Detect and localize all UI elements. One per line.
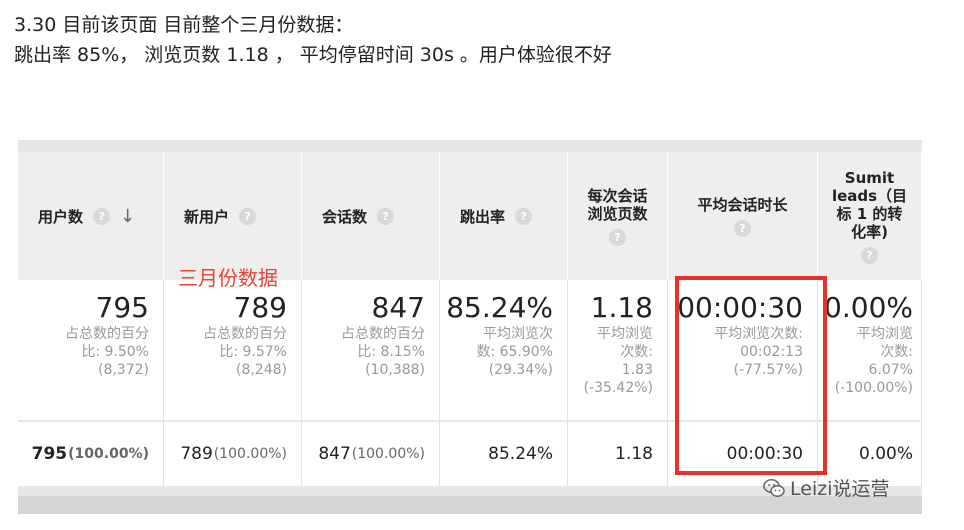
metric-cell: 1.18 平均浏览 次数: 1.83 (-35.42%): [568, 280, 668, 420]
watermark-text: Leizi说运营: [790, 478, 890, 500]
march-data-annotation: 三月份数据: [178, 266, 278, 290]
metric-sub-1: 占总数的百分: [341, 326, 425, 342]
metric-sub-3: 1.83: [621, 362, 653, 378]
metric-cell: 789 占总数的百分 比: 9.57% (8,248): [164, 280, 302, 420]
column-bounce-rate: 跳出率 ? 85.24% 平均浏览次 数: 65.90% (29.34%) 85…: [440, 152, 568, 496]
metric-sub-1: 占总数的百分: [65, 326, 149, 342]
header-label-line: Sumit: [844, 168, 895, 187]
total-cell: 1.18: [568, 422, 668, 486]
metric-value: 1.18: [590, 291, 653, 324]
total-value: 795: [31, 444, 68, 464]
metric-value: 85.24%: [446, 291, 553, 324]
metric-sub-3: (8,248): [235, 362, 287, 378]
header-new-users-label: 新用户: [184, 207, 230, 226]
help-icon[interactable]: ?: [734, 219, 751, 237]
header-label-line: 浏览页数: [587, 204, 648, 223]
header-pages-per-session[interactable]: 每次会话 浏览页数 ?: [568, 152, 668, 280]
sort-descending-icon[interactable]: ↓: [120, 206, 135, 227]
header-bounce-rate[interactable]: 跳出率 ?: [440, 152, 568, 280]
help-icon[interactable]: ?: [609, 228, 626, 246]
metric-sub-4: (-35.42%): [583, 380, 653, 396]
header-label-line: 化率): [851, 222, 888, 241]
metric-sub-4: (-100.00%): [834, 380, 913, 396]
metric-sub-2: 次数:: [880, 344, 913, 360]
header-new-users[interactable]: 新用户 ?: [164, 152, 302, 280]
metric-sub-3: (10,388): [365, 362, 425, 378]
metric-sub-2: 次数:: [620, 344, 653, 360]
metric-sub-1: 占总数的百分: [203, 326, 287, 342]
metric-sub-2: 比: 9.57%: [219, 344, 287, 360]
column-sessions: 会话数 ? 847 占总数的百分 比: 8.15% (10,388) 847 (…: [302, 152, 440, 496]
total-value: 0.00%: [858, 444, 913, 464]
help-icon[interactable]: ?: [861, 246, 878, 264]
metric-sub-1: 平均浏览: [857, 326, 913, 342]
highlight-box: [675, 276, 827, 475]
metric-sub-2: 比: 9.50%: [81, 344, 149, 360]
total-value: 1.18: [615, 444, 653, 464]
total-value: 847: [318, 444, 351, 464]
metric-value: 0.00%: [824, 291, 913, 324]
total-value: 85.24%: [488, 444, 553, 464]
metric-sub-2: 比: 8.15%: [357, 344, 425, 360]
column-pages-per-session: 每次会话 浏览页数 ? 1.18 平均浏览 次数: 1.83 (-35.42%)…: [568, 152, 668, 496]
intro-line-1: 3.30 目前该页面 目前整个三月份数据：: [14, 14, 354, 36]
metric-cell: 847 占总数的百分 比: 8.15% (10,388): [302, 280, 440, 420]
header-label-line: 平均会话时长: [697, 195, 788, 214]
intro-line-2: 跳出率 85%， 浏览页数 1.18 ， 平均停留时间 30s 。用户体验很不好: [14, 44, 612, 66]
help-icon[interactable]: ?: [93, 207, 111, 225]
metric-sub-3: (29.34%): [488, 362, 553, 378]
wechat-icon: [763, 478, 785, 497]
metric-sub-1: 平均浏览: [597, 326, 653, 342]
metric-value: 795: [95, 291, 149, 324]
total-percent: (100.00%): [351, 446, 425, 462]
header-label-line: 每次会话: [587, 186, 648, 205]
column-new-users: 新用户 ? 789 占总数的百分 比: 9.57% (8,248) 789 (1…: [164, 152, 302, 496]
total-percent: (100.00%): [213, 446, 287, 462]
total-cell: 847 (100.00%): [302, 422, 440, 486]
watermark: Leizi说运营: [762, 474, 889, 501]
metric-sub-3: (8,372): [97, 362, 149, 378]
total-cell: 85.24%: [440, 422, 568, 486]
metric-sub-1: 平均浏览次: [483, 326, 553, 342]
header-avg-session-duration[interactable]: 平均会话时长 ?: [668, 152, 818, 280]
help-icon[interactable]: ?: [377, 207, 395, 225]
total-percent: (100.00%): [68, 446, 149, 462]
metric-sub-2: 数: 65.90%: [476, 344, 553, 360]
metric-sub-3: 6.07%: [868, 362, 913, 378]
header-sessions[interactable]: 会话数 ?: [302, 152, 440, 280]
metric-value: 847: [371, 291, 425, 324]
metric-cell: 85.24% 平均浏览次 数: 65.90% (29.34%): [440, 280, 568, 420]
intro-text: 3.30 目前该页面 目前整个三月份数据： 跳出率 85%， 浏览页数 1.18…: [14, 10, 612, 70]
metric-value: 789: [233, 291, 287, 324]
header-sessions-label: 会话数: [322, 207, 368, 226]
column-sumit-leads: Sumit leads（目 标 1 的转 化率) ? 0.00% 平均浏览 次数…: [818, 152, 922, 496]
help-icon[interactable]: ?: [515, 207, 533, 225]
total-value: 789: [180, 444, 213, 464]
metric-cell: 795 占总数的百分 比: 9.50% (8,372): [18, 280, 164, 420]
column-users: 用户数 ? ↓ 795 占总数的百分 比: 9.50% (8,372) 795 …: [18, 152, 164, 496]
header-label-line: 标 1 的转: [836, 204, 903, 223]
header-users-label: 用户数: [38, 207, 84, 226]
header-label-line: leads（目: [831, 186, 908, 205]
header-bounce-rate-label: 跳出率: [460, 207, 506, 226]
metric-cell: 0.00% 平均浏览 次数: 6.07% (-100.00%): [818, 280, 922, 420]
total-cell: 789 (100.00%): [164, 422, 302, 486]
header-sumit-leads[interactable]: Sumit leads（目 标 1 的转 化率) ?: [818, 152, 922, 280]
header-users[interactable]: 用户数 ? ↓: [18, 152, 164, 280]
help-icon[interactable]: ?: [239, 207, 257, 225]
total-cell: 795 (100.00%): [18, 422, 164, 486]
